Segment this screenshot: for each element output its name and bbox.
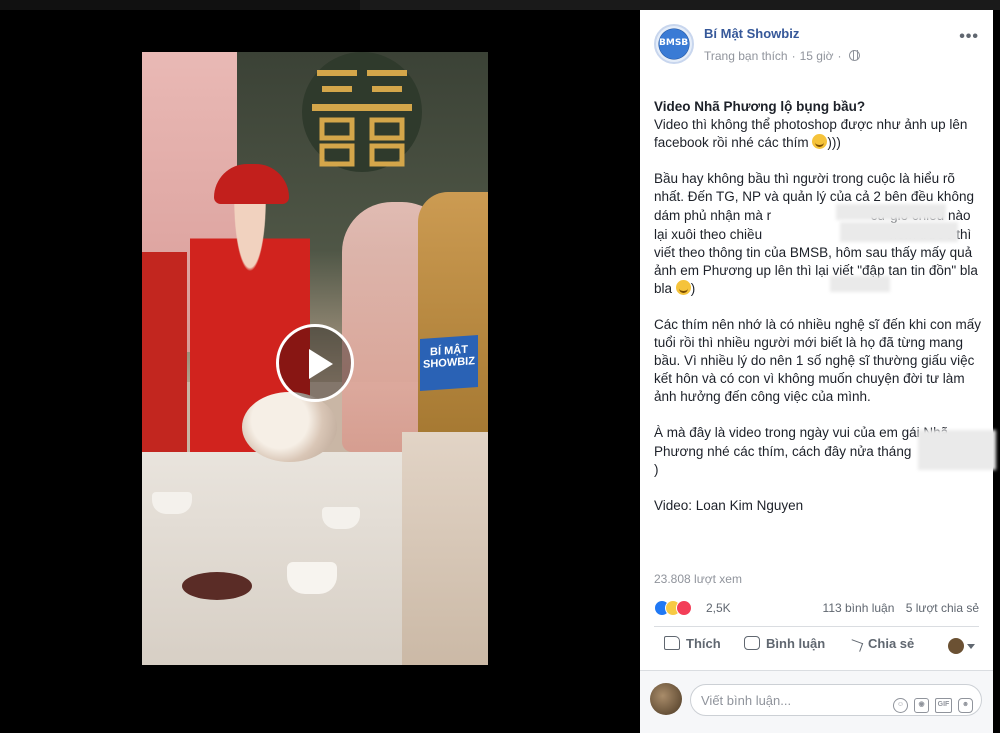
reaction-count[interactable]: 2,5K <box>706 601 731 615</box>
page-avatar[interactable]: BMSB <box>654 24 694 64</box>
navbar-shadow <box>360 0 1000 10</box>
post-title: Video Nhã Phương lộ bụng bầu? <box>654 99 866 114</box>
love-reaction-icon <box>676 600 692 616</box>
comment-label: Bình luận <box>766 636 826 651</box>
comment-icon <box>744 636 760 650</box>
like-label: Thích <box>686 636 721 651</box>
video-plate <box>182 572 252 600</box>
avatar-text: BMSB <box>659 38 689 48</box>
post-actions: Thích Bình luận Chia sẻ <box>654 630 979 662</box>
like-button[interactable]: Thích <box>664 636 721 651</box>
more-options-button[interactable]: ••• <box>959 28 979 46</box>
reactions-bar: 2,5K 113 bình luận 5 lượt chia sẻ <box>654 600 979 618</box>
video-tablecloth <box>402 432 488 665</box>
share-icon <box>848 639 864 652</box>
share-button[interactable]: Chia sẻ <box>848 636 915 652</box>
blurred-region <box>836 204 946 220</box>
post-timestamp[interactable]: 15 giờ <box>800 49 834 63</box>
gif-icon[interactable]: GIF <box>935 698 952 713</box>
share-count[interactable]: 5 lượt chia sẻ <box>906 601 979 615</box>
blurred-region <box>840 222 958 242</box>
post-text-4: À mà đây là video trong ngày vui của em … <box>654 425 949 459</box>
comment-button[interactable]: Bình luận <box>744 636 825 651</box>
globe-icon <box>848 50 860 61</box>
post-header: BMSB Bí Mật Showbiz Trang bạn thích · 15 g… <box>654 24 979 74</box>
meta-liked-page: Trang bạn thích <box>704 49 788 63</box>
post-text-2-end: ) <box>690 281 696 296</box>
video-player[interactable]: BÍ MẬT SHOWBIZ <box>142 52 488 665</box>
user-avatar[interactable] <box>650 683 682 715</box>
post-credit: Video: Loan Kim Nguyen <box>654 498 804 513</box>
play-button[interactable] <box>276 324 354 402</box>
divider <box>654 626 979 627</box>
post-paragraph-3: Các thím nên nhớ là có nhiều nghệ sĩ đến… <box>654 317 982 404</box>
comment-input[interactable]: Viết bình luận... ☺ ◉ GIF ☻ <box>690 684 982 716</box>
post-text-1-end: ))) <box>827 135 841 150</box>
page-name-link[interactable]: Bí Mật Showbiz <box>704 26 799 41</box>
video-teacup <box>322 507 360 529</box>
camera-icon[interactable]: ◉ <box>914 698 929 713</box>
chevron-down-icon <box>967 644 975 649</box>
top-navbar-strip <box>0 0 1000 10</box>
engagement-counts: 113 bình luận 5 lượt chia sẻ <box>815 601 979 615</box>
react-as-selector[interactable] <box>948 638 975 654</box>
post-text-1: Video thì không thể photoshop được như ả… <box>654 117 968 150</box>
video-stage: BÍ MẬT SHOWBIZ <box>0 10 640 733</box>
video-teacup <box>287 562 337 594</box>
video-teacup <box>152 492 192 514</box>
sticker-icon[interactable]: ☻ <box>958 698 973 713</box>
post-paragraph-1: Video Nhã Phương lộ bụng bầu? Video thì … <box>654 98 984 152</box>
view-count: 23.808 lượt xem <box>654 572 742 586</box>
post-panel: BMSB Bí Mật Showbiz Trang bạn thích · 15 g… <box>640 10 996 733</box>
comment-placeholder: Viết bình luận... <box>701 693 792 708</box>
comment-composer: Viết bình luận... ☺ ◉ GIF ☻ <box>640 671 993 733</box>
smile-emoji-icon <box>675 280 691 295</box>
blurred-region <box>918 430 996 470</box>
reaction-icons[interactable] <box>654 600 692 616</box>
comment-count[interactable]: 113 bình luận <box>823 601 895 615</box>
post-text-4-end: ) <box>654 462 659 477</box>
blurred-region <box>830 276 890 292</box>
post-meta: Trang bạn thích · 15 giờ · <box>704 49 860 63</box>
share-label: Chia sẻ <box>868 636 915 651</box>
mini-avatar <box>948 638 964 654</box>
emoji-icon[interactable]: ☺ <box>893 698 908 713</box>
video-watermark: BÍ MẬT SHOWBIZ <box>420 334 478 392</box>
smile-emoji-icon <box>812 134 828 149</box>
double-happiness-sign <box>302 52 422 172</box>
thumbs-up-icon <box>664 636 680 650</box>
comment-tools: ☺ ◉ GIF ☻ <box>887 693 973 713</box>
watermark-line2: SHOWBIZ <box>423 355 475 371</box>
video-flower-bouquet <box>242 392 337 462</box>
